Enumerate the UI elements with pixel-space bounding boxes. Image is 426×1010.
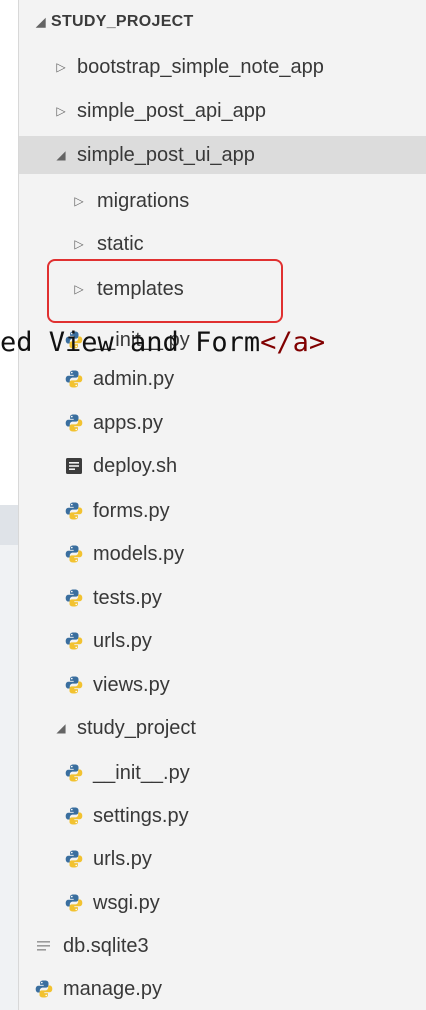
folder-label: static — [97, 232, 144, 255]
python-icon — [63, 674, 85, 696]
file-views-py[interactable]: views.py — [19, 667, 426, 703]
file-deploy-sh[interactable]: deploy.sh — [19, 448, 426, 484]
file-label: db.sqlite3 — [63, 934, 149, 957]
python-icon — [63, 630, 85, 652]
file-manage-py[interactable]: manage.py — [19, 971, 426, 1007]
file-tests-py[interactable]: tests.py — [19, 580, 426, 616]
python-icon — [63, 368, 85, 390]
folder-label: migrations — [97, 189, 190, 212]
python-icon — [63, 412, 85, 434]
file-wsgi-py[interactable]: wsgi.py — [19, 885, 426, 921]
folder-simple-post-api-app[interactable]: ▷ simple_post_api_app — [19, 93, 426, 129]
file-explorer-panel: ◢ STUDY_PROJECT ▷ bootstrap_simple_note_… — [18, 0, 426, 1010]
file-label: tests.py — [93, 586, 162, 609]
folder-bootstrap-simple-note-app[interactable]: ▷ bootstrap_simple_note_app — [19, 49, 426, 85]
folder-static[interactable]: ▷ static — [19, 226, 426, 262]
collapsed-arrow-icon: ▷ — [74, 237, 84, 251]
file-label: urls.py — [93, 629, 152, 652]
file-models-py[interactable]: models.py — [19, 536, 426, 572]
file-apps-py[interactable]: apps.py — [19, 405, 426, 441]
folder-label: bootstrap_simple_note_app — [77, 55, 324, 78]
file-label: apps.py — [93, 411, 164, 434]
file-init-py[interactable]: __init__.py — [19, 755, 426, 791]
folder-simple-post-ui-app[interactable]: ◢ simple_post_ui_app — [19, 136, 426, 174]
file-label: models.py — [93, 542, 185, 565]
code-snippet-overlay: ed View and Form</a> — [0, 320, 325, 366]
python-icon — [63, 587, 85, 609]
file-label: manage.py — [63, 977, 162, 1000]
file-label: settings.py — [93, 804, 189, 827]
python-icon — [63, 848, 85, 870]
python-icon — [63, 543, 85, 565]
file-label: views.py — [93, 673, 170, 696]
folder-study-project[interactable]: ◢ study_project — [19, 710, 426, 746]
folder-label: study_project — [77, 716, 196, 739]
python-icon — [63, 500, 85, 522]
editor-panel-fragment — [0, 545, 18, 1010]
folder-label: simple_post_ui_app — [77, 143, 255, 166]
editor-tab-strip-fragment — [0, 505, 19, 545]
text-file-icon — [33, 935, 55, 957]
file-admin-py[interactable]: admin.py — [19, 361, 426, 397]
file-label: forms.py — [93, 499, 170, 522]
file-label: urls.py — [93, 847, 152, 870]
folder-migrations[interactable]: ▷ migrations — [19, 183, 426, 219]
templates-highlight-box — [47, 259, 283, 323]
file-urls-py[interactable]: urls.py — [19, 623, 426, 659]
code-closing-tag: </a> — [260, 327, 326, 358]
file-urls-py[interactable]: urls.py — [19, 841, 426, 877]
file-label: admin.py — [93, 367, 175, 390]
expanded-arrow-icon: ◢ — [56, 721, 66, 735]
file-label: wsgi.py — [93, 891, 160, 914]
file-db-sqlite3[interactable]: db.sqlite3 — [19, 928, 426, 964]
collapsed-arrow-icon: ▷ — [74, 194, 84, 208]
expanded-arrow-icon: ◢ — [36, 15, 46, 29]
file-label: __init__.py — [93, 761, 190, 784]
collapsed-arrow-icon: ▷ — [56, 104, 66, 118]
expanded-arrow-icon: ◢ — [56, 148, 66, 162]
project-title: STUDY_PROJECT — [51, 13, 194, 30]
python-icon — [63, 805, 85, 827]
code-text: ed View and Form — [0, 327, 261, 358]
shell-script-icon — [63, 455, 85, 477]
collapsed-arrow-icon: ▷ — [56, 60, 66, 74]
folder-label: simple_post_api_app — [77, 99, 267, 122]
project-header[interactable]: ◢ STUDY_PROJECT — [19, 4, 426, 40]
file-forms-py[interactable]: forms.py — [19, 493, 426, 529]
python-icon — [63, 892, 85, 914]
python-icon — [33, 978, 55, 1000]
python-icon — [63, 762, 85, 784]
file-label: deploy.sh — [93, 454, 178, 477]
file-settings-py[interactable]: settings.py — [19, 798, 426, 834]
